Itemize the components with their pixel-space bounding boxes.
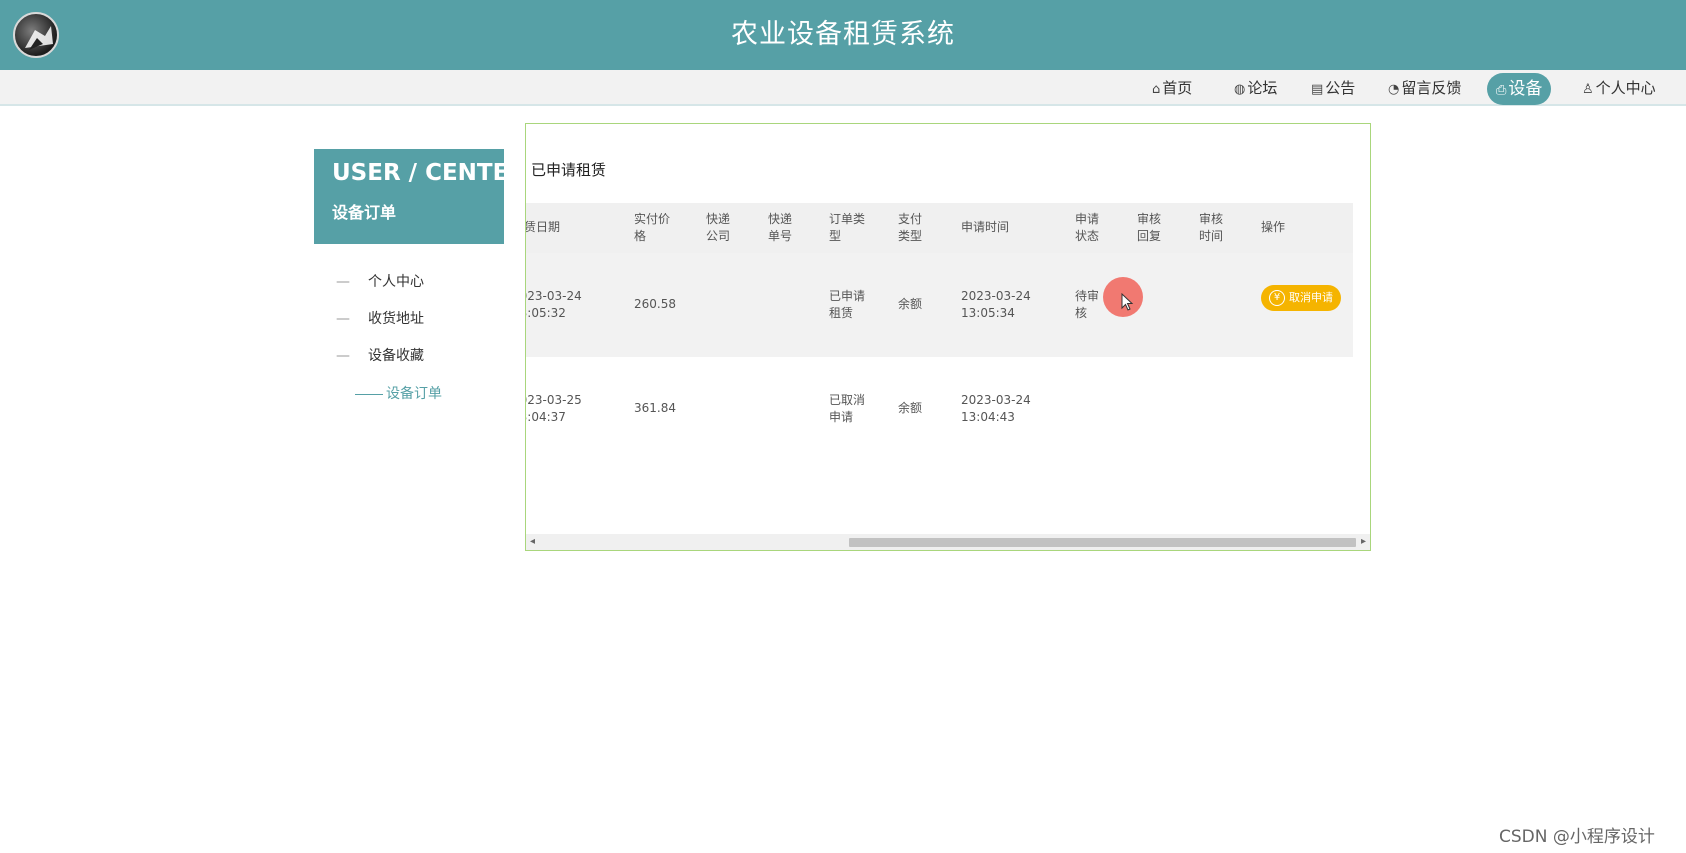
sidebar-item-label: 收货地址	[368, 311, 424, 327]
sidebar-item-label: 个人中心	[368, 274, 424, 290]
cell-lease-date: 2023-03-25 13:04:37	[526, 393, 582, 424]
nav-label: 论坛	[1247, 79, 1278, 97]
top-header: 农业设备租赁系统	[0, 0, 1686, 70]
cancel-application-button[interactable]: ¥ 取消申请	[1261, 285, 1341, 311]
site-title: 农业设备租赁系统	[731, 19, 955, 50]
nav-label: 留言反馈	[1401, 79, 1462, 97]
sidebar-item-address[interactable]: — 收货地址	[336, 308, 424, 328]
header-actual-price: 实付价 格	[634, 212, 671, 243]
nav-item-notice[interactable]: ▤ 公告	[1311, 70, 1355, 106]
user-center-subtitle: 设备订单	[332, 203, 397, 222]
nav-label: 设备	[1508, 79, 1543, 99]
scrollbar-thumb[interactable]	[849, 538, 1356, 547]
dash-icon: —	[336, 348, 350, 364]
nav-label: 公告	[1325, 79, 1356, 97]
sidebar-item-label: 设备收藏	[368, 348, 424, 364]
horizontal-scrollbar[interactable]: ◂ ▸	[526, 534, 1370, 550]
header-courier-company: 快递 公司	[706, 212, 731, 243]
globe-icon: ◍	[1234, 82, 1246, 97]
user-center-title: USER / CENTER	[332, 160, 527, 186]
scroll-right-icon[interactable]: ▸	[1361, 536, 1366, 547]
table-header: 租赁日期 实付价 格 快递 公司 快递 单号 订单类 型 支付 类型 申请时间 …	[526, 203, 1353, 253]
gauge-icon: ◔	[1388, 82, 1400, 97]
header-order-type: 订单类 型	[829, 212, 866, 243]
cancel-button-label: 取消申请	[1289, 291, 1333, 304]
cell-lease-date: 2023-03-24 13:05:32	[526, 289, 582, 320]
panel-title: 已申请租赁	[531, 161, 607, 179]
nav-label: 首页	[1162, 79, 1193, 97]
sidebar-item-orders[interactable]: 设备订单	[355, 383, 442, 403]
header-review-reply: 审核 回复	[1137, 212, 1162, 243]
header-action: 操作	[1261, 220, 1286, 234]
cursor-highlight	[1103, 277, 1143, 317]
nav-bar: ⌂ 首页 ◍ 论坛 ▤ 公告 ◔ 留言反馈 ⎙ 设备 ♙ 个人中心	[0, 70, 1686, 106]
user-icon: ♙	[1582, 82, 1594, 97]
yen-icon: ¥	[1269, 290, 1285, 306]
cell-pay-type: 余额	[898, 401, 923, 415]
active-line-icon	[355, 393, 383, 395]
header-pay-type: 支付 类型	[898, 212, 923, 243]
sidebar-item-favorites[interactable]: — 设备收藏	[336, 345, 424, 365]
table-row: 2023-03-24 13:05:32 260.58 已申请 租赁 余额 202…	[526, 253, 1353, 357]
cell-actual-price: 361.84	[634, 401, 676, 415]
nav-item-equipment[interactable]: ⎙ 设备	[1487, 73, 1552, 105]
user-center-heading-box: USER / CENTER 设备订单	[314, 149, 527, 244]
nav-label: 个人中心	[1595, 79, 1656, 97]
watermark: CSDN @小程序设计	[1499, 827, 1655, 847]
scroll-left-icon[interactable]: ◂	[530, 536, 535, 547]
table-row: 2023-03-25 13:04:37 361.84 已取消 申请 余额 202…	[526, 357, 1353, 461]
nav-item-user-center[interactable]: ♙ 个人中心	[1582, 70, 1656, 106]
header-apply-time: 申请时间	[961, 220, 1010, 234]
cell-apply-time: 2023-03-24 13:04:43	[961, 393, 1031, 424]
nav-item-forum[interactable]: ◍ 论坛	[1234, 70, 1277, 106]
header-lease-date: 租赁日期	[525, 220, 561, 234]
dash-icon: —	[336, 311, 350, 327]
header-review-time: 审核 时间	[1199, 212, 1224, 243]
sidebar-item-personal-center[interactable]: — 个人中心	[336, 271, 424, 291]
dash-icon: —	[336, 274, 350, 290]
cell-order-type: 已取消 申请	[829, 393, 866, 424]
header-tracking-no: 快递 单号	[768, 212, 793, 243]
nav-item-home[interactable]: ⌂ 首页	[1152, 70, 1192, 106]
cell-pay-type: 余额	[898, 297, 923, 311]
cell-apply-time: 2023-03-24 13:05:34	[961, 289, 1031, 320]
cell-order-type: 已申请 租赁	[829, 289, 866, 320]
printer-icon: ⎙	[1496, 83, 1507, 98]
mouse-pointer-icon	[1121, 293, 1134, 311]
home-icon: ⌂	[1152, 82, 1161, 97]
cell-actual-price: 260.58	[634, 297, 676, 311]
orders-panel: 已申请租赁 租赁日期 实付价 格 快递 公司 快递 单号 订单类 型 支付 类型…	[525, 123, 1371, 551]
header-apply-status: 申请 状态	[1075, 212, 1100, 243]
calendar-icon: ▤	[1311, 82, 1324, 97]
sidebar-item-label: 设备订单	[386, 386, 442, 402]
nav-item-feedback[interactable]: ◔ 留言反馈	[1388, 70, 1461, 106]
